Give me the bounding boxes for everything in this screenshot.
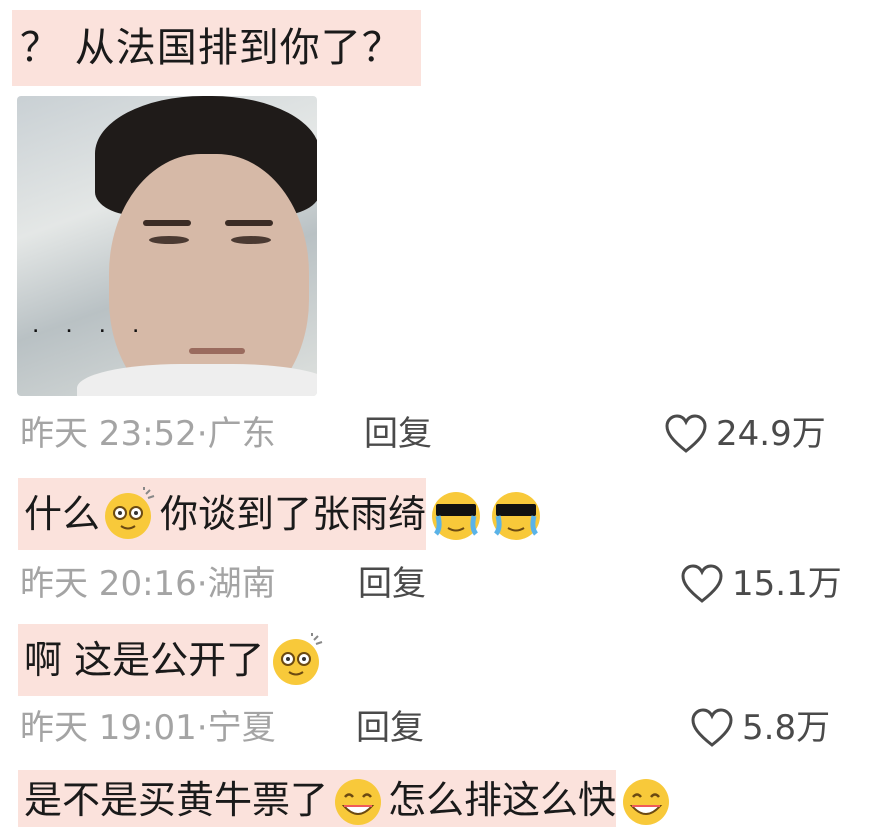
heart-icon	[665, 414, 707, 453]
comment-location: 广东	[207, 414, 276, 454]
like-button[interactable]: 24.9万	[664, 414, 826, 454]
comment-text: 啊 这是公开了	[18, 624, 269, 696]
comment-time: 昨天 19:01·	[20, 708, 208, 748]
sunglasses-tears-emoji-icon	[432, 492, 481, 540]
comment-text-row: 是不是买黄牛票了 怎么排这么快	[12, 770, 680, 827]
comment-meta: 昨天 20:16·湖南 回复	[20, 564, 426, 604]
reply-button[interactable]: 回复	[358, 564, 426, 604]
heart-icon	[691, 708, 733, 747]
grinning-sweat-emoji-icon	[623, 779, 670, 825]
dizzy-face-emoji-icon	[273, 633, 323, 685]
like-count: 24.9万	[716, 414, 826, 454]
grinning-sweat-emoji-icon	[335, 779, 382, 825]
comment-time: 昨天 20:16·	[20, 564, 208, 604]
comment-image[interactable]: ....	[17, 96, 317, 396]
comment-text-part: 你谈到了张雨绮	[160, 492, 427, 536]
like-count: 5.8万	[742, 708, 831, 748]
sunglasses-tears-emoji-icon	[492, 492, 541, 540]
comment-text-row: 啊 这是公开了	[12, 624, 332, 696]
like-button[interactable]: 15.1万	[680, 564, 842, 604]
comment-text-row: 什么 你谈到了张雨绮	[12, 478, 550, 550]
comment-text: ？ 从法国排到你了？	[12, 10, 421, 86]
like-button[interactable]: 5.8万	[690, 708, 830, 748]
reply-button[interactable]: 回复	[356, 708, 424, 748]
heart-icon	[681, 564, 723, 603]
comment-text-part: 是不是买黄牛票了	[24, 778, 329, 822]
comment-location: 湖南	[207, 564, 276, 604]
reply-button[interactable]: 回复	[364, 414, 432, 454]
like-count: 15.1万	[732, 564, 842, 604]
image-caption-dots: ....	[33, 320, 167, 336]
dizzy-face-emoji-icon	[105, 487, 155, 539]
comment-location: 宁夏	[207, 708, 276, 748]
comment-time: 昨天 23:52·	[20, 414, 208, 454]
comment-text-part: 什么	[24, 492, 101, 536]
comment-meta: 昨天 23:52·广东 回复	[20, 414, 432, 454]
comment-meta: 昨天 19:01·宁夏 回复	[20, 708, 424, 748]
comment-text-part: 怎么排这么快	[388, 778, 617, 822]
